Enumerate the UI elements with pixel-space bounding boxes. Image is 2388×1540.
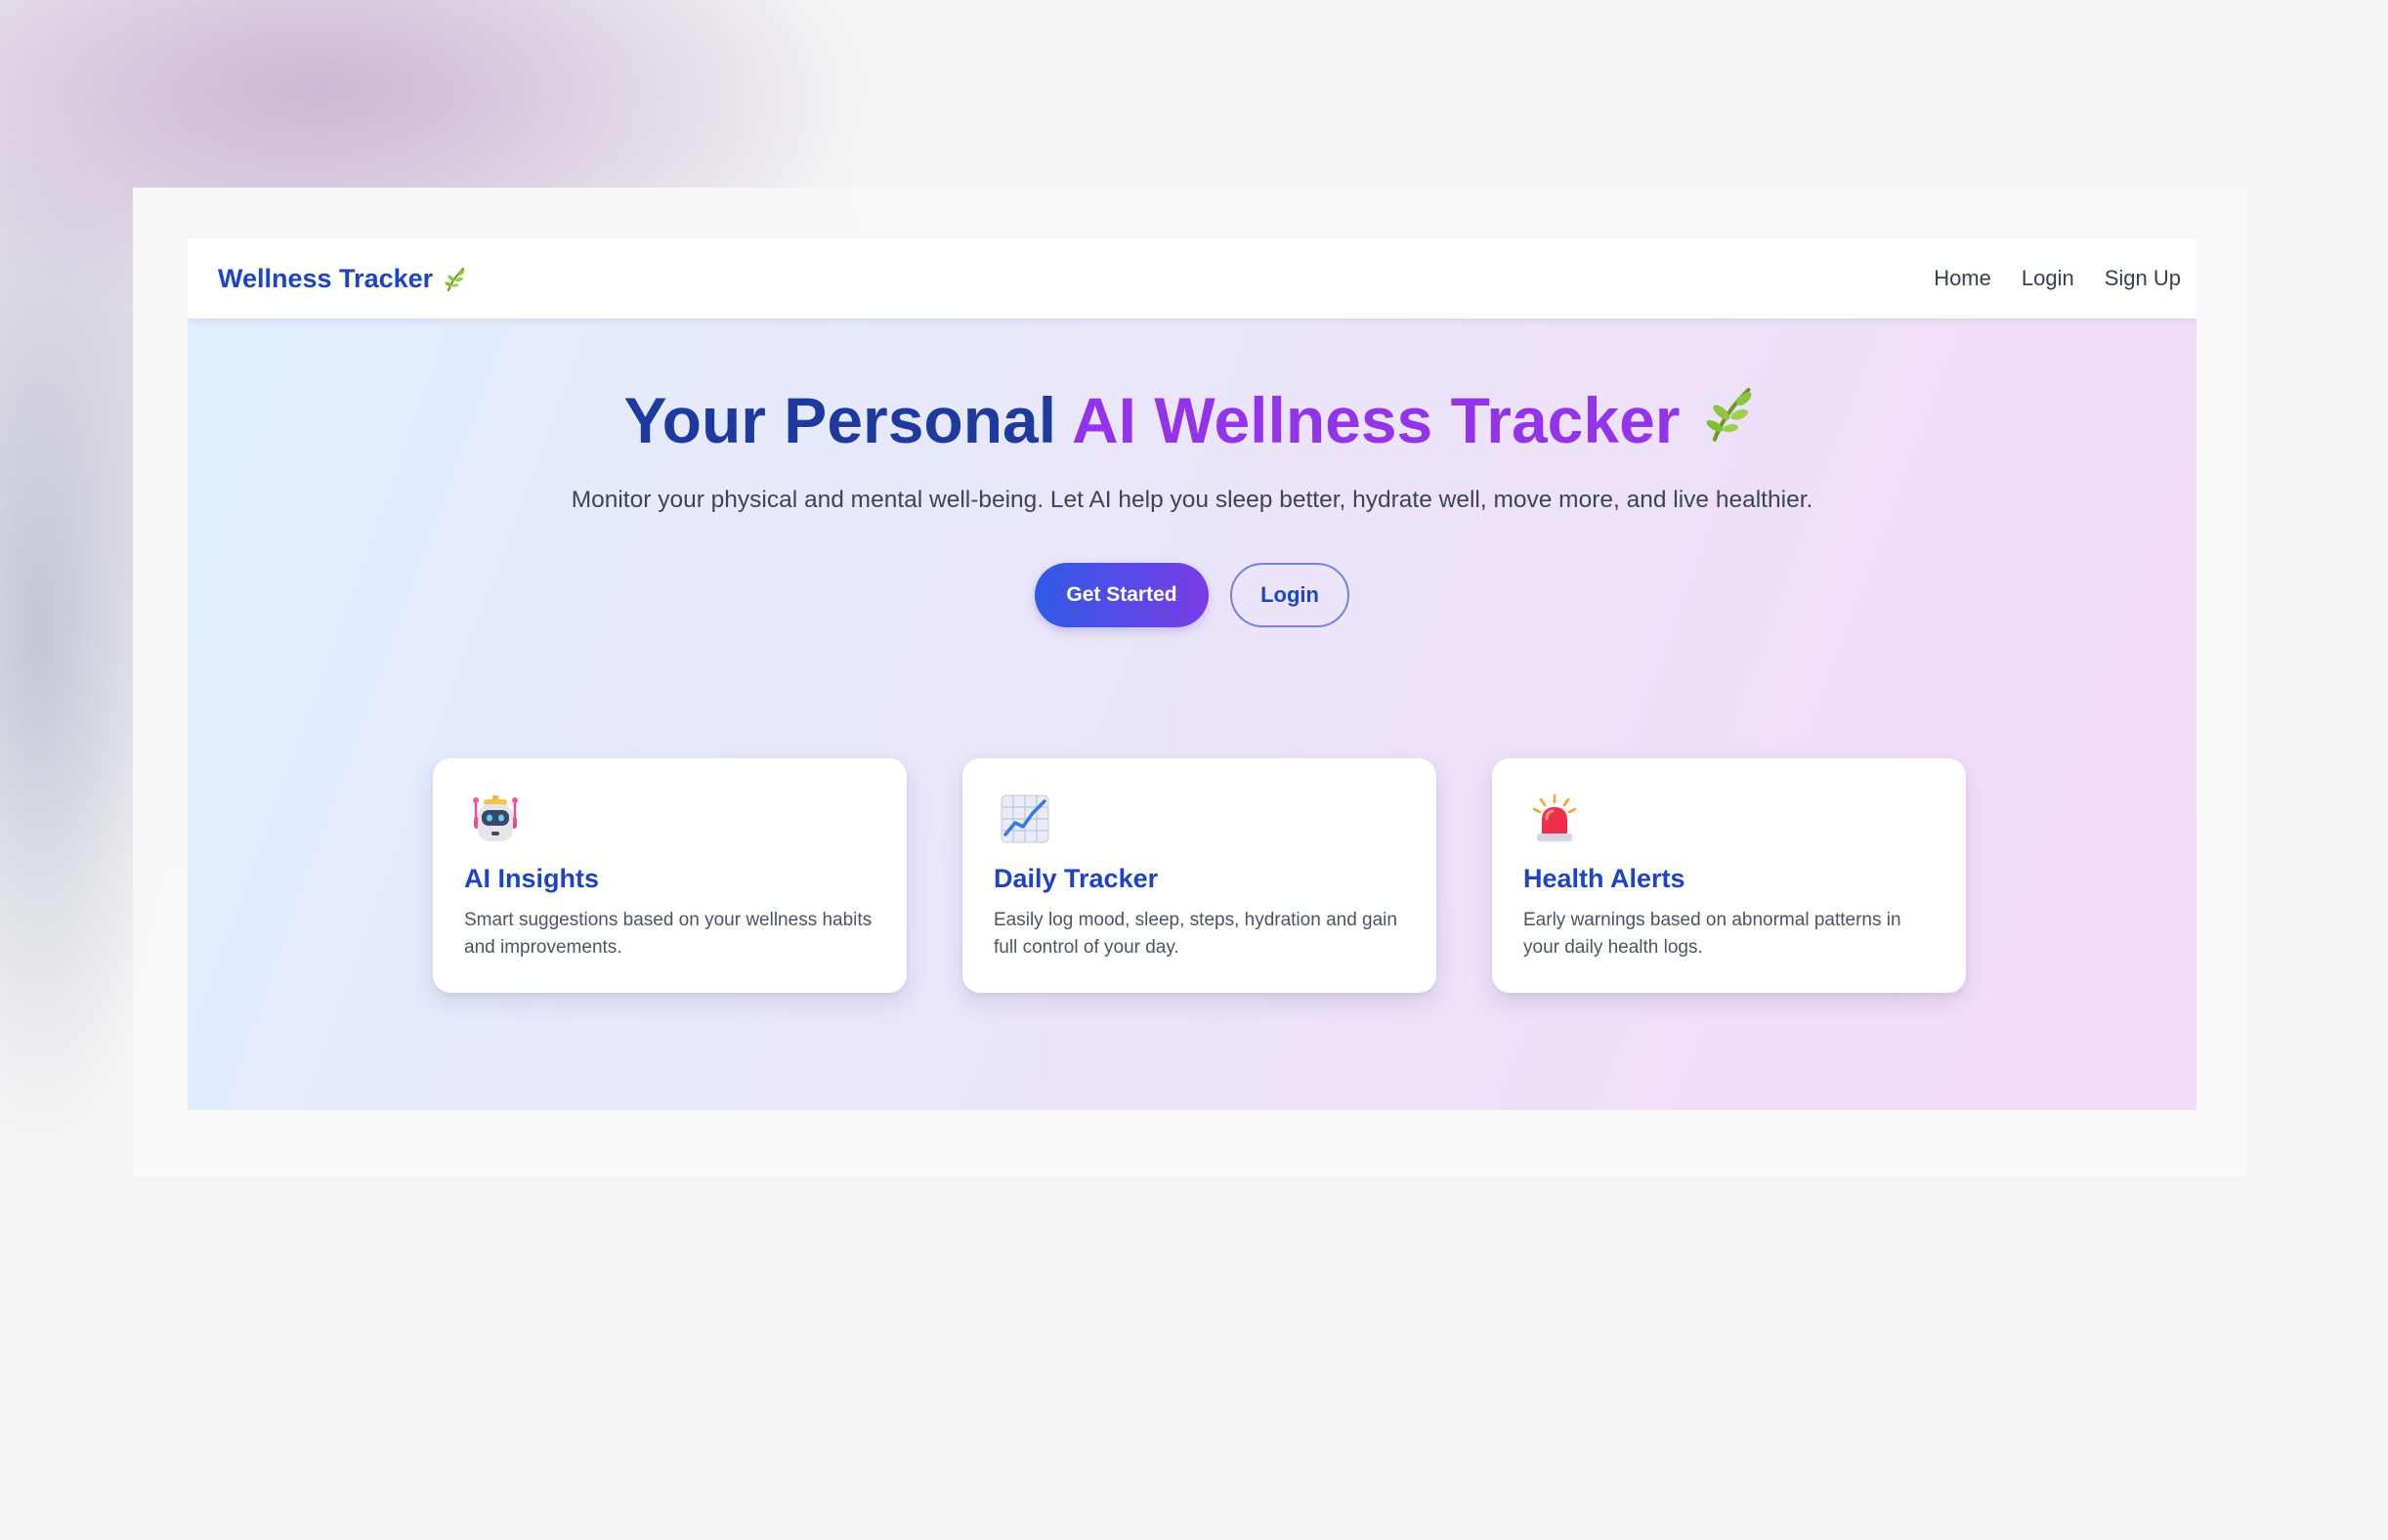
hero-subtitle: Monitor your physical and mental well-be… xyxy=(571,487,1813,513)
get-started-button[interactable]: Get Started xyxy=(1035,563,1209,627)
login-button[interactable]: Login xyxy=(1230,563,1349,627)
hero-section: Your Personal AI Wellness Tracker Monito… xyxy=(188,319,2196,1110)
brand-logo[interactable]: Wellness Tracker xyxy=(218,238,468,319)
feature-cards: AI Insights Smart suggestions based on y… xyxy=(433,758,1966,993)
hero-title-part2: AI Wellness Tracker xyxy=(1072,384,1681,456)
card-title: Daily Tracker xyxy=(994,864,1159,893)
hero-title: Your Personal AI Wellness Tracker xyxy=(188,383,2196,465)
brand-name: Wellness Tracker xyxy=(218,263,434,293)
herb-leaf-icon xyxy=(443,265,468,292)
nav-link-signup[interactable]: Sign Up xyxy=(2105,266,2181,291)
feature-card-daily-tracker: Daily Tracker Easily log mood, sleep, st… xyxy=(962,758,1436,993)
nav-links: Home Login Sign Up xyxy=(1903,238,2181,319)
cta-buttons: Get Started Login xyxy=(188,563,2196,627)
chart-increasing-icon xyxy=(1000,793,1050,844)
robot-icon xyxy=(470,793,521,844)
card-description: Early warnings based on abnormal pattern… xyxy=(1523,910,1901,958)
feature-card-health-alerts: Health Alerts Early warnings based on ab… xyxy=(1492,758,1966,993)
card-title: Health Alerts xyxy=(1523,864,1685,893)
card-title: AI Insights xyxy=(464,864,600,893)
feature-card-ai-insights: AI Insights Smart suggestions based on y… xyxy=(433,758,907,993)
nav-link-login[interactable]: Login xyxy=(2022,266,2074,291)
navbar: Wellness Tracker Home Login Sign Up xyxy=(188,238,2196,319)
hero-title-part1: Your Personal xyxy=(623,384,1057,456)
card-description: Easily log mood, sleep, steps, hydration… xyxy=(994,910,1397,958)
card-description: Smart suggestions based on your wellness… xyxy=(464,910,873,958)
siren-alert-icon xyxy=(1529,793,1580,844)
nav-link-home[interactable]: Home xyxy=(1934,266,1991,291)
herb-leaf-icon xyxy=(1701,380,1760,459)
app-window: Wellness Tracker Home Login Sign Up Your… xyxy=(188,238,2196,1110)
